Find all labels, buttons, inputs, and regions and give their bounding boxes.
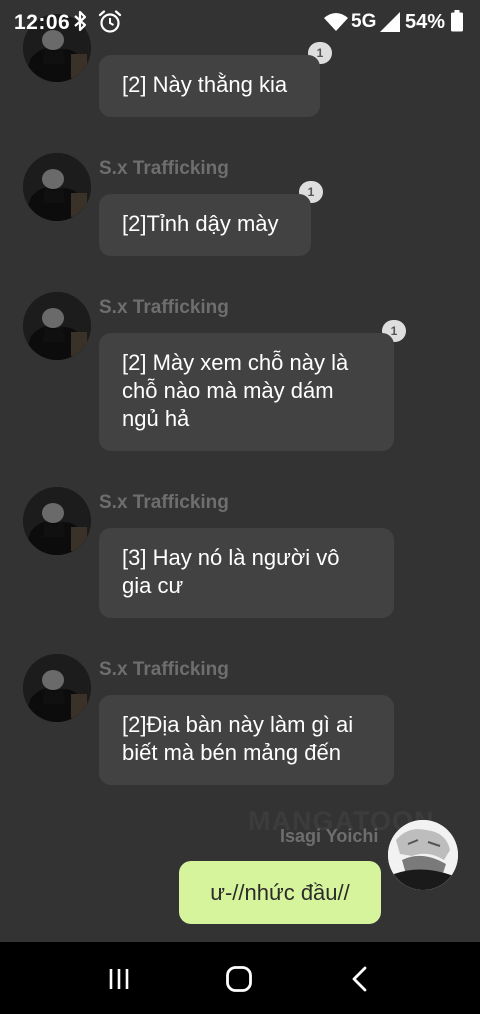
character-avatar-icon <box>388 820 458 890</box>
message-bubble[interactable]: [3] Hay nó là người vô gia cư <box>99 528 394 618</box>
sender-name: S.x Trafficking <box>99 492 229 513</box>
my-avatar[interactable] <box>388 820 458 890</box>
avatar[interactable] <box>23 292 91 360</box>
home-icon[interactable] <box>224 964 254 994</box>
bluetooth-icon <box>74 10 87 32</box>
sender-name: S.x Trafficking <box>99 158 229 179</box>
avatar[interactable] <box>23 153 91 221</box>
character-avatar-icon <box>23 487 91 555</box>
character-avatar-icon <box>23 654 91 722</box>
status-time: 12:06 <box>14 11 71 34</box>
my-sender-name: Isagi Yoichi <box>280 826 379 846</box>
message-bubble[interactable]: [2] Này thằng kia <box>99 55 320 117</box>
signal-icon <box>380 12 400 32</box>
my-message-bubble[interactable]: ư-//nhức đầu// <box>179 861 381 924</box>
character-avatar-icon <box>23 153 91 221</box>
battery-icon <box>451 10 463 32</box>
sender-name: S.x Trafficking <box>99 297 229 318</box>
character-avatar-icon <box>23 292 91 360</box>
recent-apps-icon[interactable] <box>104 964 134 994</box>
battery-percentage: 54% <box>405 11 446 33</box>
back-icon[interactable] <box>345 964 375 994</box>
network-type: 5G <box>351 11 377 32</box>
wifi-icon <box>324 13 348 31</box>
sender-name: S.x Trafficking <box>99 659 229 680</box>
avatar[interactable] <box>23 487 91 555</box>
message-bubble[interactable]: [2]Tỉnh dậy mày <box>99 194 311 256</box>
message-bubble[interactable]: [2] Mày xem chỗ này là chỗ nào mà mày dá… <box>99 333 394 451</box>
alarm-icon <box>98 10 122 33</box>
navigation-bar <box>0 942 480 1014</box>
avatar[interactable] <box>23 654 91 722</box>
status-bar: 12:06 5G 54% <box>0 0 480 44</box>
message-bubble[interactable]: [2]Địa bàn này làm gì ai biết mà bén mản… <box>99 695 394 785</box>
